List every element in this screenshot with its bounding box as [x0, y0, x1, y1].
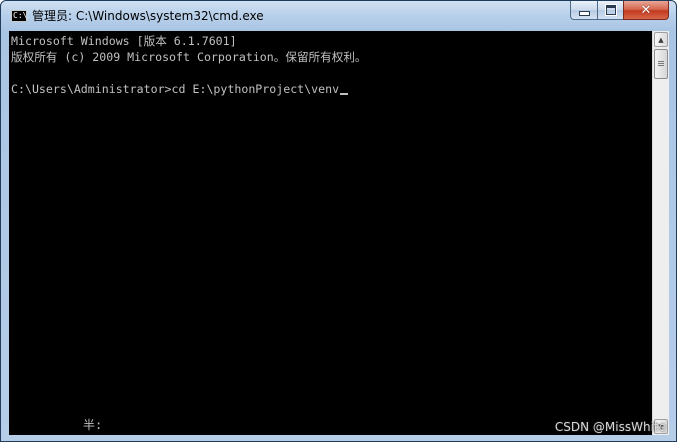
window-title: 管理员: C:\Windows\system32\cmd.exe: [32, 9, 264, 23]
scroll-up-arrow-icon: ▲: [658, 35, 664, 44]
maximize-button[interactable]: [597, 1, 623, 20]
console-prompt-line[interactable]: C:\Users\Administrator>cd E:\pythonProje…: [11, 81, 349, 97]
thumb-grip-line: [658, 63, 664, 64]
console-line-version: Microsoft Windows [版本 6.1.7601]: [11, 34, 237, 48]
app-icon-text: C:\: [13, 11, 28, 20]
minimize-button[interactable]: [570, 1, 597, 20]
thumb-grip-line: [658, 61, 664, 62]
caption-buttons: ✕: [570, 1, 669, 21]
minimize-icon: [578, 10, 590, 16]
close-button[interactable]: ✕: [623, 1, 669, 20]
close-icon: ✕: [640, 2, 652, 18]
title-bar[interactable]: C:\ 管理员: C:\Windows\system32\cmd.exe ✕: [1, 1, 676, 31]
cmd-window: C:\ 管理员: C:\Windows\system32\cmd.exe ✕ M…: [0, 0, 677, 442]
cmd-app-icon[interactable]: C:\: [11, 10, 27, 22]
thumb-grip-line: [658, 65, 664, 66]
text-cursor: [340, 93, 349, 95]
prompt-command-text: C:\Users\Administrator>cd E:\pythonProje…: [11, 82, 340, 96]
console-output-area[interactable]: Microsoft Windows [版本 6.1.7601] 版权所有 (c)…: [9, 31, 652, 435]
maximize-icon: [604, 4, 617, 16]
csdn-watermark: CSDN @MissWhite: [554, 420, 666, 434]
scroll-up-button[interactable]: ▲: [654, 32, 668, 47]
vertical-scrollbar[interactable]: ▲ ▼: [652, 31, 669, 435]
scrollbar-thumb[interactable]: [654, 49, 668, 79]
ime-status-indicator: 半:: [83, 418, 103, 432]
console-line-copyright: 版权所有 (c) 2009 Microsoft Corporation。保留所有…: [11, 50, 367, 64]
